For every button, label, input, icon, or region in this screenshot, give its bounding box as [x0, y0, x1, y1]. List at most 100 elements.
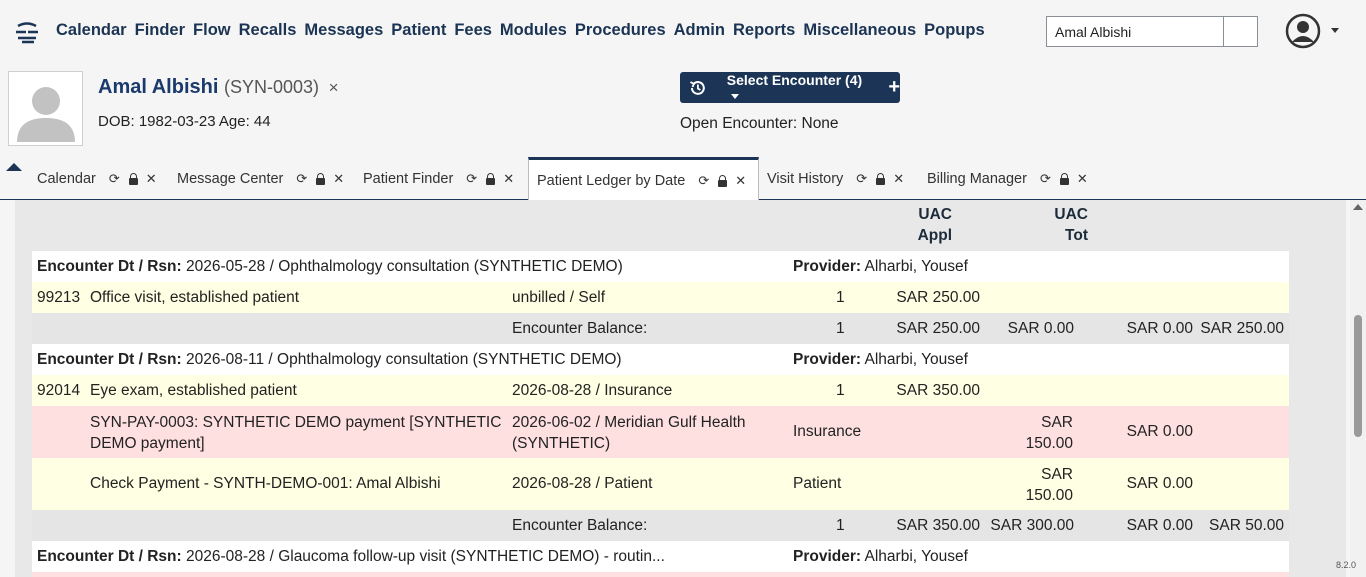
- patient-id: (SYN-0003): [223, 77, 319, 97]
- lock-icon[interactable]: [717, 174, 728, 187]
- menu-modules[interactable]: Modules: [500, 21, 567, 40]
- scrollbar-thumb[interactable]: [1354, 315, 1362, 437]
- vertical-scrollbar[interactable]: [1350, 200, 1366, 577]
- patient-search-input[interactable]: [1047, 17, 1223, 46]
- encounter-text: 2026-05-28 / Ophthalmology consultation …: [185, 258, 623, 275]
- provider-name: Alharbi, Yousef: [864, 258, 968, 275]
- patient-name[interactable]: Amal Albishi: [98, 76, 218, 98]
- charge-code: 99213: [37, 289, 81, 306]
- charge-status: 2026-08-28 / Insurance: [512, 382, 673, 399]
- tab-billing-manager[interactable]: Billing Manager ⟳ ✕: [919, 157, 1088, 200]
- close-patient-icon[interactable]: ×: [329, 78, 339, 97]
- header-uac-appl: UAC Appl: [917, 206, 952, 244]
- history-icon: [690, 80, 705, 95]
- balance-qty: 1: [836, 320, 845, 337]
- refresh-icon[interactable]: ⟳: [296, 171, 307, 187]
- tab-visit-history[interactable]: Visit History ⟳ ✕: [759, 157, 904, 200]
- app-logo-icon[interactable]: [14, 22, 40, 44]
- patient-search-button[interactable]: [1223, 17, 1257, 46]
- balance-charges: SAR 250.00: [896, 320, 980, 337]
- encounter-header-row: Encounter Dt / Rsn: 2026-08-11 / Ophthal…: [32, 344, 1289, 375]
- balance-adjustment: SAR 0.00: [1126, 517, 1193, 534]
- scroll-up-icon[interactable]: [1353, 204, 1363, 210]
- provider-name: Alharbi, Yousef: [864, 548, 968, 565]
- payment-row: SYN-PAY-0003: SYNTHETIC DEMO payment [SY…: [32, 406, 1289, 458]
- ledger-column-headers: UAC Appl UAC Tot: [32, 204, 1289, 248]
- menu-miscellaneous[interactable]: Miscellaneous: [803, 21, 916, 40]
- charge-amount: SAR 350.00: [896, 382, 980, 399]
- payment-row: Check Payment - SYNTH-DEMO-001: Amal Alb…: [32, 458, 1289, 510]
- provider-label: Provider:: [793, 548, 862, 565]
- tab-patient-ledger-by-date[interactable]: Patient Ledger by Date ⟳ ✕: [528, 157, 759, 201]
- charge-description: Eye exam, established patient: [90, 382, 297, 399]
- lock-icon[interactable]: [485, 172, 496, 185]
- refresh-icon[interactable]: ⟳: [698, 173, 709, 189]
- header-uac-tot: UAC Tot: [1054, 206, 1088, 244]
- charge-row: 92014 Eye exam, established patient 2026…: [32, 375, 1289, 406]
- menu-fees[interactable]: Fees: [454, 21, 492, 40]
- close-icon[interactable]: ✕: [333, 171, 344, 187]
- charge-status: unbilled / Self: [512, 289, 606, 306]
- lock-icon[interactable]: [315, 172, 326, 185]
- top-navbar: Calendar Finder Flow Recalls Messages Pa…: [0, 0, 1366, 62]
- menu-popups[interactable]: Popups: [924, 21, 985, 40]
- encounter-text: 2026-08-28 / Glaucoma follow-up visit (S…: [185, 548, 665, 565]
- select-encounter-button[interactable]: Select Encounter (4) +: [680, 72, 900, 103]
- refresh-icon[interactable]: ⟳: [1040, 171, 1051, 187]
- menu-recalls[interactable]: Recalls: [239, 21, 297, 40]
- balance-paid: SAR 0.00: [1007, 320, 1074, 337]
- tab-calendar[interactable]: Calendar ⟳ ✕: [29, 157, 157, 200]
- payment-amount: SAR 150.00: [1025, 414, 1073, 452]
- payment-description: Check Payment - SYNTH-DEMO-001: Amal Alb…: [90, 475, 441, 492]
- charge-description: Office visit, established patient: [90, 289, 300, 306]
- close-icon[interactable]: ✕: [1077, 171, 1088, 187]
- menu-finder[interactable]: Finder: [135, 21, 185, 40]
- charge-row-partial: [32, 572, 1289, 577]
- payment-source: 2026-06-02 / Meridian Gulf Health (SYNTHE…: [512, 414, 746, 452]
- refresh-icon[interactable]: ⟳: [856, 171, 867, 187]
- lock-icon[interactable]: [875, 172, 886, 185]
- refresh-icon[interactable]: ⟳: [109, 171, 120, 187]
- payment-source: 2026-08-28 / Patient: [512, 475, 653, 492]
- user-menu-caret-icon[interactable]: [1331, 28, 1339, 33]
- chevron-down-icon: [730, 94, 739, 100]
- open-encounter-text: Open Encounter: None: [680, 115, 839, 132]
- encounter-balance-row: Encounter Balance: 1 SAR 250.00 SAR 0.00…: [32, 313, 1289, 344]
- menu-reports[interactable]: Reports: [733, 21, 795, 40]
- encounter-label: Encounter Dt / Rsn:: [37, 351, 182, 368]
- menu-admin[interactable]: Admin: [674, 21, 725, 40]
- menu-patient[interactable]: Patient: [391, 21, 446, 40]
- charge-qty: 1: [836, 382, 845, 399]
- encounter-label: Encounter Dt / Rsn:: [37, 548, 182, 565]
- refresh-icon[interactable]: ⟳: [466, 171, 477, 187]
- payment-description: SYN-PAY-0003: SYNTHETIC DEMO payment [SY…: [90, 414, 502, 452]
- tab-bar: Calendar ⟳ ✕ Message Center ⟳ ✕ Patient …: [0, 157, 1366, 201]
- user-avatar-icon[interactable]: [1285, 13, 1321, 49]
- collapse-header-icon[interactable]: [6, 163, 22, 171]
- menu-messages[interactable]: Messages: [304, 21, 383, 40]
- tab-patient-finder[interactable]: Patient Finder ⟳ ✕: [355, 157, 514, 200]
- menu-calendar[interactable]: Calendar: [56, 21, 127, 40]
- close-icon[interactable]: ✕: [503, 171, 514, 187]
- lock-icon[interactable]: [128, 172, 138, 185]
- menu-procedures[interactable]: Procedures: [575, 21, 666, 40]
- charge-amount: SAR 250.00: [896, 289, 980, 306]
- patient-dob: DOB: 1982-03-23 Age: 44: [98, 113, 271, 130]
- close-icon[interactable]: ✕: [893, 171, 904, 187]
- close-icon[interactable]: ✕: [735, 173, 746, 189]
- charge-qty: 1: [836, 289, 845, 306]
- patient-search: [1046, 16, 1258, 47]
- lock-icon[interactable]: [1059, 172, 1069, 185]
- add-encounter-icon[interactable]: +: [888, 76, 900, 99]
- balance-qty: 1: [836, 517, 845, 534]
- encounter-balance-row: Encounter Balance: 1 SAR 350.00 SAR 300.…: [32, 510, 1289, 541]
- payment-type: Insurance: [793, 423, 862, 440]
- patient-photo: [8, 71, 83, 146]
- balance-total: SAR 250.00: [1200, 320, 1284, 337]
- balance-charges: SAR 350.00: [896, 517, 980, 534]
- balance-paid: SAR 300.00: [990, 517, 1074, 534]
- menu-flow[interactable]: Flow: [193, 21, 231, 40]
- close-icon[interactable]: ✕: [146, 171, 157, 187]
- encounter-text: 2026-08-11 / Ophthalmology consultation …: [185, 351, 622, 368]
- tab-message-center[interactable]: Message Center ⟳ ✕: [169, 157, 344, 200]
